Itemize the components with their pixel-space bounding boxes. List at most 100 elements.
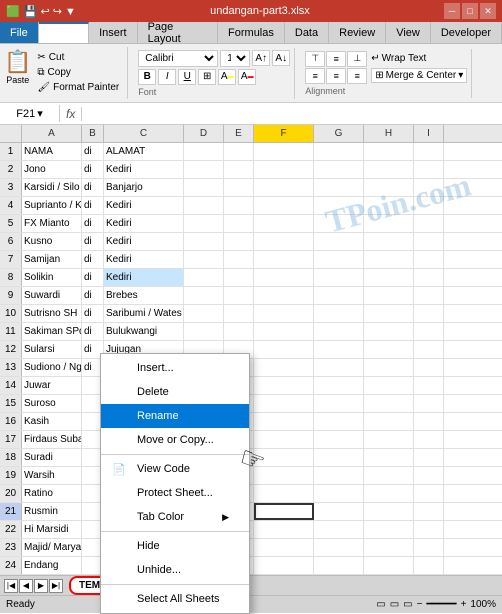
cell-b10[interactable]: di [82, 305, 104, 322]
font-color-btn[interactable]: A▬ [238, 69, 256, 85]
cell-a24[interactable]: Endang [22, 557, 82, 574]
cell-f17[interactable] [254, 431, 314, 448]
paste-btn[interactable]: 📋 Paste [4, 47, 31, 85]
align-center-btn[interactable]: ≡ [326, 68, 346, 84]
cell-g7[interactable] [314, 251, 364, 268]
cell-h10[interactable] [364, 305, 414, 322]
cell-i5[interactable] [414, 215, 444, 232]
align-right-btn[interactable]: ≡ [347, 68, 367, 84]
cell-a14[interactable]: Juwar [22, 377, 82, 394]
sheet-nav-prev[interactable]: ◀ [19, 579, 33, 593]
col-header-f[interactable]: F [254, 125, 314, 142]
formula-icon[interactable]: fx [60, 107, 82, 121]
cell-c2[interactable]: Kediri [104, 161, 184, 178]
cell-d1[interactable] [184, 143, 224, 160]
cell-f6[interactable] [254, 233, 314, 250]
row-number-cell[interactable]: 5 [0, 215, 22, 232]
cell-b6[interactable]: di [82, 233, 104, 250]
cell-g18[interactable] [314, 449, 364, 466]
cell-a15[interactable]: Suroso [22, 395, 82, 412]
cell-i3[interactable] [414, 179, 444, 196]
cell-g14[interactable] [314, 377, 364, 394]
dropdown-arrow-icon[interactable]: ▾ [37, 107, 43, 120]
page-break-btn[interactable]: ▭ [403, 599, 412, 610]
row-number-cell[interactable]: 10 [0, 305, 22, 322]
cell-e3[interactable] [224, 179, 254, 196]
context-protect-sheet[interactable]: Protect Sheet... [101, 481, 249, 505]
cell-a9[interactable]: Suwardi [22, 287, 82, 304]
context-view-code[interactable]: 📄 View Code [101, 457, 249, 481]
copy-btn[interactable]: ⧉Copy [35, 66, 121, 79]
cell-g20[interactable] [314, 485, 364, 502]
cell-h15[interactable] [364, 395, 414, 412]
context-menu[interactable]: Insert... Delete Rename Move or Copy... … [100, 353, 250, 614]
cell-g5[interactable] [314, 215, 364, 232]
cell-g17[interactable] [314, 431, 364, 448]
cell-c10[interactable]: Saribumi / Wates [104, 305, 184, 322]
cell-h8[interactable] [364, 269, 414, 286]
sheet-nav-next[interactable]: ▶ [34, 579, 48, 593]
cell-g2[interactable] [314, 161, 364, 178]
cell-e11[interactable] [224, 323, 254, 340]
context-hide[interactable]: Hide [101, 534, 249, 558]
cell-i10[interactable] [414, 305, 444, 322]
cell-h20[interactable] [364, 485, 414, 502]
cell-a3[interactable]: Karsidi / Silo [22, 179, 82, 196]
font-size-select[interactable]: 11 [220, 50, 250, 67]
cell-d9[interactable] [184, 287, 224, 304]
col-header-d[interactable]: D [184, 125, 224, 142]
cell-f20[interactable] [254, 485, 314, 502]
cell-i11[interactable] [414, 323, 444, 340]
row-number-cell[interactable]: 23 [0, 539, 22, 556]
tab-formulas[interactable]: Formulas [218, 22, 285, 43]
cell-g9[interactable] [314, 287, 364, 304]
formula-input[interactable] [82, 106, 502, 122]
cell-g13[interactable] [314, 359, 364, 376]
cell-h9[interactable] [364, 287, 414, 304]
cell-f16[interactable] [254, 413, 314, 430]
cell-g6[interactable] [314, 233, 364, 250]
cell-e7[interactable] [224, 251, 254, 268]
col-header-e[interactable]: E [224, 125, 254, 142]
cell-f22[interactable] [254, 521, 314, 538]
cell-a11[interactable]: Sakiman SPd [22, 323, 82, 340]
cell-i1[interactable] [414, 143, 444, 160]
cell-b9[interactable]: di [82, 287, 104, 304]
cell-c8[interactable]: Kediri [104, 269, 184, 286]
cell-b4[interactable]: di [82, 197, 104, 214]
cell-f15[interactable] [254, 395, 314, 412]
cell-i15[interactable] [414, 395, 444, 412]
context-move-copy[interactable]: Move or Copy... [101, 428, 249, 452]
row-number-cell[interactable]: 18 [0, 449, 22, 466]
cell-f23[interactable] [254, 539, 314, 556]
cell-f12[interactable] [254, 341, 314, 358]
cell-e2[interactable] [224, 161, 254, 178]
italic-btn[interactable]: I [158, 69, 176, 85]
cell-c3[interactable]: Banjarjo [104, 179, 184, 196]
cell-e1[interactable] [224, 143, 254, 160]
font-grow-btn[interactable]: A↑ [252, 50, 270, 66]
fill-color-btn[interactable]: A▬ [218, 69, 236, 85]
tab-insert[interactable]: Insert [89, 22, 138, 43]
cell-e6[interactable] [224, 233, 254, 250]
cell-h6[interactable] [364, 233, 414, 250]
tab-home[interactable]: Home [39, 22, 89, 43]
cell-i13[interactable] [414, 359, 444, 376]
normal-view-btn[interactable]: ▭ [376, 599, 385, 610]
row-number-cell[interactable]: 24 [0, 557, 22, 574]
cell-b5[interactable]: di [82, 215, 104, 232]
tab-review[interactable]: Review [329, 22, 386, 43]
cell-a16[interactable]: Kasih [22, 413, 82, 430]
cell-f8[interactable] [254, 269, 314, 286]
cell-h12[interactable] [364, 341, 414, 358]
cell-a1[interactable]: NAMA [22, 143, 82, 160]
cell-g21[interactable] [314, 503, 364, 520]
cell-b11[interactable]: di [82, 323, 104, 340]
cell-f9[interactable] [254, 287, 314, 304]
cell-i17[interactable] [414, 431, 444, 448]
cell-f3[interactable] [254, 179, 314, 196]
cell-a22[interactable]: Hi Marsidi [22, 521, 82, 538]
cell-h3[interactable] [364, 179, 414, 196]
font-name-select[interactable]: Calibri [138, 50, 218, 67]
cell-i14[interactable] [414, 377, 444, 394]
